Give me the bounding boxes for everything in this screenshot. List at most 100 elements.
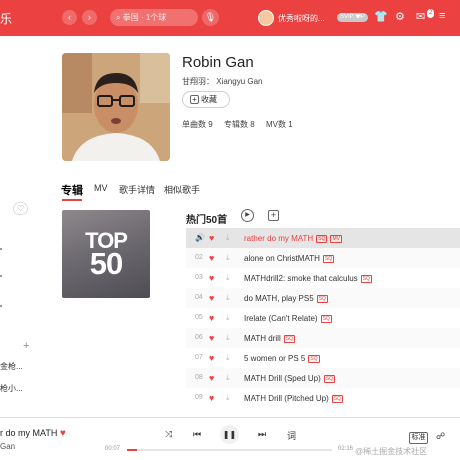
- sq-tag: SQ: [322, 255, 335, 263]
- song-title[interactable]: MATH Drill (Pitched Up) SQ: [244, 394, 343, 403]
- top-bar: 乐 ‹ › ⌕ 拳国 · 1个球 🎙 优秀啦呀的... SVIP VIP ▾ 👕…: [0, 0, 460, 36]
- song-index: 04: [195, 294, 203, 301]
- heart-icon[interactable]: ♥: [209, 333, 214, 343]
- download-icon[interactable]: ⤓: [226, 313, 230, 323]
- song-row[interactable]: 05 ♥ ⤓ Irelate (Can't Relate) SQ: [186, 308, 460, 328]
- heart-icon[interactable]: ♥: [209, 293, 214, 303]
- search-input[interactable]: ⌕ 拳国 · 1个球: [110, 9, 198, 26]
- download-icon[interactable]: ⤓: [226, 233, 230, 243]
- download-icon[interactable]: ⤓: [226, 293, 230, 303]
- play-all-icon[interactable]: ▶: [241, 209, 254, 222]
- song-title-text: do MATH, play PS5: [244, 294, 314, 303]
- download-icon[interactable]: ⤓: [226, 373, 230, 383]
- heart-icon[interactable]: ♥: [209, 273, 214, 283]
- song-row[interactable]: 07 ♥ ⤓ 5 women or PS 5 SQ: [186, 348, 460, 368]
- song-title[interactable]: Irelate (Can't Relate) SQ: [244, 314, 332, 323]
- add-to-playlist-icon[interactable]: +: [268, 210, 279, 221]
- dropdown-arrow-icon[interactable]: ▾: [356, 12, 360, 21]
- previous-icon[interactable]: ⏮: [193, 429, 201, 440]
- artist-alias: 甘翔羽： Xiangyu Gan: [182, 76, 263, 87]
- artist-name: Robin Gan: [182, 54, 254, 71]
- heart-mode-icon[interactable]: ♡: [13, 202, 28, 215]
- mail-icon[interactable]: ✉: [416, 10, 425, 23]
- gear-icon[interactable]: ⚙: [395, 10, 405, 23]
- add-playlist-icon[interactable]: +: [23, 340, 29, 352]
- total-time: 02:16: [338, 446, 354, 452]
- song-title[interactable]: MATH drill SQ: [244, 334, 295, 343]
- song-index: 02: [195, 254, 203, 261]
- heart-icon[interactable]: ♥: [209, 393, 214, 403]
- heart-icon[interactable]: ♥: [209, 353, 214, 363]
- song-row[interactable]: 09 ♥ ⤓ MATH Drill (Pitched Up) SQ: [186, 388, 460, 408]
- heart-icon[interactable]: ♥: [209, 373, 214, 383]
- song-title[interactable]: do MATH, play PS5 SQ: [244, 294, 328, 303]
- avatar[interactable]: [258, 10, 274, 26]
- microphone-icon[interactable]: 🎙: [202, 9, 219, 26]
- heart-icon[interactable]: ♥: [60, 428, 66, 439]
- song-title[interactable]: rather do my MATH SQ MV: [244, 234, 342, 243]
- listen-together-icon[interactable]: ☍: [436, 431, 445, 442]
- tab-albums[interactable]: 专辑: [61, 182, 83, 198]
- vip-badge[interactable]: SVIP VIP: [337, 13, 368, 22]
- lyrics-button[interactable]: 词: [287, 429, 296, 442]
- sidebar-marker: [0, 305, 2, 307]
- mv-tag[interactable]: MV: [330, 235, 342, 243]
- app-brand: 乐: [0, 12, 13, 26]
- now-playing-artist[interactable]: Gan: [0, 442, 15, 451]
- song-title[interactable]: alone on ChristMATH SQ: [244, 254, 335, 263]
- sidebar-marker: [0, 275, 2, 277]
- song-row[interactable]: 🔊 ♥ ⤓ rather do my MATH SQ MV: [186, 228, 460, 248]
- heart-icon[interactable]: ♥: [209, 313, 214, 323]
- sidebar-playlist-item[interactable]: 金枪...: [0, 361, 23, 372]
- username-label[interactable]: 优秀啦呀的...: [278, 13, 325, 24]
- collect-button[interactable]: + 收藏: [182, 91, 230, 108]
- song-row[interactable]: 04 ♥ ⤓ do MATH, play PS5 SQ: [186, 288, 460, 308]
- search-placeholder: 拳国 · 1个球: [122, 13, 167, 22]
- song-title-text: rather do my MATH: [244, 234, 314, 243]
- song-row[interactable]: 06 ♥ ⤓ MATH drill SQ: [186, 328, 460, 348]
- current-time: 00:07: [105, 446, 121, 452]
- quality-button[interactable]: 标准: [409, 432, 428, 444]
- alias-value: Xiangyu Gan: [216, 77, 263, 86]
- song-row[interactable]: 08 ♥ ⤓ MATH Drill (Sped Up) SQ: [186, 368, 460, 388]
- download-icon[interactable]: ⤓: [226, 353, 230, 363]
- sq-tag: SQ: [308, 355, 320, 363]
- shuffle-icon[interactable]: ⤨: [165, 429, 172, 440]
- menu-icon[interactable]: ≡: [439, 10, 445, 22]
- download-icon[interactable]: ⤓: [226, 253, 230, 263]
- song-title[interactable]: MATHdrill2: smoke that calculus SQ: [244, 274, 372, 283]
- pause-button[interactable]: ❚❚: [220, 425, 239, 444]
- cover-text-50: 50: [89, 246, 123, 281]
- top50-album-cover[interactable]: TOP 50: [62, 210, 150, 298]
- song-title-text: Irelate (Can't Relate): [244, 314, 318, 323]
- heart-icon[interactable]: ♥: [209, 233, 214, 243]
- albums-count: 专辑数 8: [224, 120, 255, 129]
- tab-artist-details[interactable]: 歌手详情: [119, 183, 155, 196]
- sq-tag: SQ: [316, 235, 328, 243]
- sq-tag: SQ: [320, 315, 332, 323]
- next-icon[interactable]: ⏭: [258, 429, 266, 440]
- now-playing-title[interactable]: r do my MATH ♥: [0, 428, 66, 439]
- song-row[interactable]: 02 ♥ ⤓ alone on ChristMATH SQ: [186, 248, 460, 268]
- sidebar-playlist-item[interactable]: 枪小...: [0, 383, 23, 394]
- song-row[interactable]: 03 ♥ ⤓ MATHdrill2: smoke that calculus SQ: [186, 268, 460, 288]
- song-title[interactable]: MATH Drill (Sped Up) SQ: [244, 374, 335, 383]
- song-title[interactable]: 5 women or PS 5 SQ: [244, 354, 320, 363]
- forward-button[interactable]: ›: [82, 10, 97, 25]
- download-icon[interactable]: ⤓: [226, 333, 230, 343]
- progress-fill: [127, 449, 138, 451]
- artist-photo: [62, 53, 170, 161]
- heart-icon[interactable]: ♥: [209, 253, 214, 263]
- tab-similar-artists[interactable]: 相似歌手: [164, 183, 200, 196]
- mv-count: MV数 1: [266, 120, 293, 129]
- tab-mv[interactable]: MV: [94, 183, 108, 193]
- active-tab-indicator: [62, 199, 82, 201]
- back-button[interactable]: ‹: [62, 10, 77, 25]
- download-icon[interactable]: ⤓: [226, 273, 230, 283]
- download-icon[interactable]: ⤓: [226, 393, 230, 403]
- sq-tag: SQ: [360, 275, 372, 283]
- song-index: 09: [195, 394, 203, 401]
- progress-bar[interactable]: [127, 449, 332, 451]
- song-index: 03: [195, 274, 203, 281]
- skin-icon[interactable]: 👕: [374, 10, 388, 23]
